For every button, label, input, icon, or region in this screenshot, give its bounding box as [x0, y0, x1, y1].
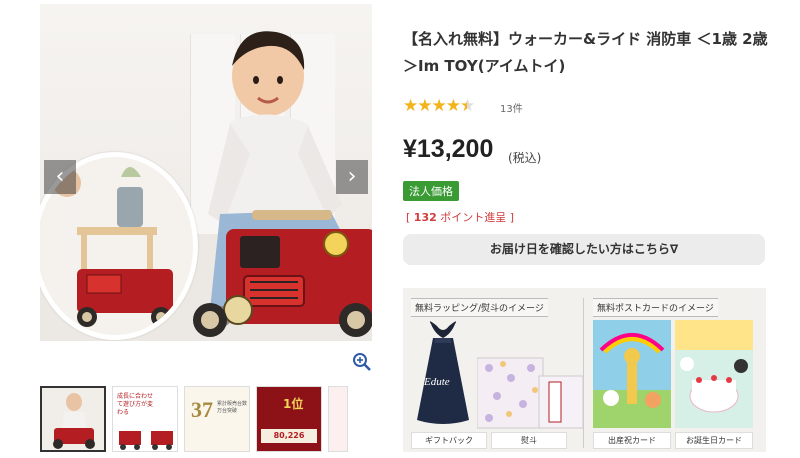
thumbnail-4-number: 80,226 — [261, 429, 317, 443]
prev-image-button[interactable]: ‹ — [44, 160, 76, 194]
next-image-button[interactable]: › — [336, 160, 368, 194]
gift-bag-caption: ギフトバック — [411, 432, 487, 449]
birth-card-caption: 出産祝カード — [593, 432, 671, 449]
noshi-caption: 熨斗 — [491, 432, 567, 449]
points-suffix: ポイント進呈 ] — [436, 211, 515, 224]
star-half-icon: ★ — [460, 96, 475, 116]
thumbnail-3-label: 累計販売台数 万台突破 — [217, 401, 248, 414]
main-product-image[interactable]: ‹ › — [40, 4, 372, 341]
thumbnail-1[interactable] — [40, 386, 106, 452]
wrapping-section-title: 無料ラッピング/熨斗のイメージ — [411, 298, 548, 317]
birth-card-image — [593, 320, 671, 428]
corporate-price-badge: 法人価格 — [403, 181, 459, 201]
points-prefix: [ — [406, 211, 414, 224]
thumbnail-strip: 成長に合わせて遊び方が変わる 37 累計販売台数 万台突破 1位 80,226 — [40, 386, 372, 458]
product-title: 【名入れ無料】ウォーカー&ライド 消防車 ＜1歳 2歳 ＞Im TOY(アイムト… — [403, 30, 768, 75]
points-info: [ 132 ポイント進呈 ] — [406, 209, 514, 225]
free-gift-banner: 無料ラッピング/熨斗のイメージ 無料ポストカードのイメージ Edute ギフトバ… — [403, 288, 766, 452]
thumbnail-2-caption: 成長に合わせて遊び方が変わる — [117, 393, 154, 416]
gift-bag-brand: Edute — [424, 376, 450, 388]
chevron-left-icon: ‹ — [55, 164, 65, 189]
check-delivery-date-button[interactable]: お届け日を確認したい方はこちら∇ — [403, 234, 765, 265]
star-icon: ★ — [417, 96, 432, 116]
gift-bag-image — [417, 321, 469, 424]
birthday-card-image — [675, 320, 753, 428]
thumbnail-3[interactable]: 37 累計販売台数 万台突破 — [184, 386, 250, 452]
review-count-link[interactable]: 13件 — [500, 100, 523, 115]
chevron-right-icon: › — [347, 164, 357, 189]
tax-note: (税込) — [508, 151, 542, 165]
thumbnail-2-image — [119, 431, 173, 450]
banner-divider — [583, 298, 584, 448]
thumbnail-3-number: 37 — [191, 397, 213, 422]
star-icon: ★ — [403, 96, 418, 116]
star-icon: ★ — [431, 96, 447, 116]
zoom-in-icon[interactable] — [352, 352, 372, 372]
noshi-wrapped-boxes-image — [477, 357, 583, 429]
birthday-card-caption: お誕生日カード — [675, 432, 753, 449]
thumbnail-2[interactable]: 成長に合わせて遊び方が変わる — [112, 386, 178, 452]
postcard-section-title: 無料ポストカードのイメージ — [593, 298, 718, 317]
star-icon: ★ — [445, 96, 461, 116]
thumbnail-4-rank: 1位 — [283, 397, 304, 411]
thumbnail-4[interactable]: 1位 80,226 — [256, 386, 322, 452]
rating-stars[interactable]: ★★★★★ — [403, 96, 475, 116]
points-value: 132 — [413, 211, 437, 224]
thumbnail-5[interactable] — [328, 386, 348, 452]
product-price: ¥13,200 — [403, 135, 494, 163]
thumbnail-1-image — [42, 388, 104, 450]
